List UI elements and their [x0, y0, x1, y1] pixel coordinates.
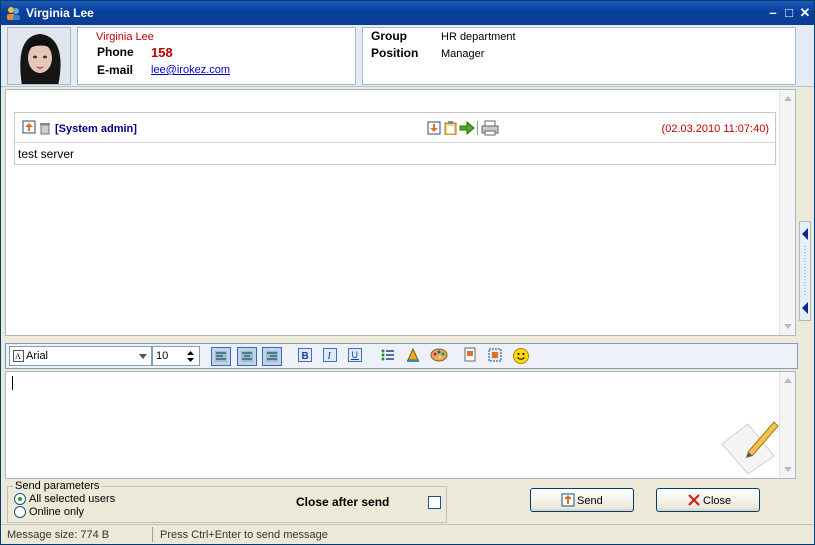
phone-value: 158	[151, 45, 173, 60]
message-history[interactable]: [System admin] (02.03.2010 11:07:40) tes…	[5, 89, 796, 336]
close-button[interactable]: Close	[656, 488, 760, 512]
bold-icon[interactable]: B	[297, 347, 317, 366]
close-x-icon	[688, 494, 700, 506]
contact-details-panel: Group HR department Position Manager	[362, 27, 796, 85]
collapse-arrows-icon[interactable]	[800, 222, 810, 320]
radio-all-selected-users[interactable]	[14, 493, 26, 505]
font-icon: A	[13, 350, 24, 362]
email-link[interactable]: lee@irokez.com	[151, 64, 230, 76]
palette-icon[interactable]	[430, 347, 450, 366]
maximize-icon[interactable]: □	[781, 5, 797, 21]
close-after-send-checkbox[interactable]	[428, 496, 441, 509]
text-cursor	[12, 376, 13, 390]
scroll-down-icon[interactable]	[784, 324, 792, 329]
group-label: Group	[371, 29, 407, 43]
print-icon[interactable]	[481, 120, 499, 136]
scroll-down-icon[interactable]	[784, 467, 792, 472]
message-text: test server	[18, 147, 75, 161]
message-timestamp: (02.03.2010 11:07:40)	[661, 123, 769, 135]
spinner-arrows-icon[interactable]	[187, 350, 194, 363]
smiley-icon[interactable]	[512, 347, 532, 366]
message-input[interactable]	[5, 371, 796, 479]
bullet-list-icon[interactable]	[380, 347, 400, 366]
align-right-icon[interactable]	[262, 347, 282, 366]
contact-panel: Virginia Lee Phone 158 E-mail lee@irokez…	[77, 27, 356, 85]
contact-name: Virginia Lee	[96, 31, 154, 43]
font-size-value: 10	[156, 350, 169, 362]
radio-label-all-selected: All selected users	[29, 493, 116, 505]
status-bar: Message size: 774 B Press Ctrl+Enter to …	[1, 524, 814, 544]
message-window: Virginia Lee – □ ✕ Virginia Lee Phone 15…	[0, 0, 815, 545]
group-value: HR department	[441, 31, 516, 43]
radio-online-only[interactable]	[14, 506, 26, 518]
send-button[interactable]: Send	[530, 488, 634, 512]
panel-splitter-handle[interactable]	[799, 221, 811, 321]
align-left-icon[interactable]	[211, 347, 231, 366]
forward-icon[interactable]	[459, 121, 475, 135]
underline-icon[interactable]: U	[347, 347, 367, 366]
status-divider	[152, 527, 153, 542]
message-item: [System admin] (02.03.2010 11:07:40) tes…	[14, 112, 776, 165]
message-sender: [System admin]	[55, 123, 137, 135]
svg-text:A: A	[15, 352, 21, 361]
font-family-select[interactable]: A Arial	[9, 346, 152, 366]
format-toolbar: A Arial 10 B I U	[5, 343, 798, 369]
screenshot-icon[interactable]	[487, 347, 507, 366]
scroll-up-icon[interactable]	[784, 378, 792, 383]
message-header: [System admin] (02.03.2010 11:07:40)	[15, 113, 775, 143]
toolbar-divider	[477, 121, 478, 135]
position-value: Manager	[441, 48, 485, 60]
send-icon	[561, 493, 575, 507]
message-size-status: Message size: 774 B	[7, 529, 110, 541]
phone-label: Phone	[97, 45, 134, 59]
font-size-spinner[interactable]: 10	[152, 346, 200, 366]
close-button-label: Close	[703, 495, 732, 507]
email-label: E-mail	[97, 63, 134, 77]
align-center-icon[interactable]	[237, 347, 257, 366]
svg-text:B: B	[302, 351, 309, 362]
italic-icon[interactable]: I	[322, 347, 342, 366]
compose-note-icon	[721, 421, 779, 475]
window-title: Virginia Lee	[26, 6, 94, 20]
text-color-icon[interactable]	[405, 347, 425, 366]
title-bar[interactable]: Virginia Lee – □ ✕	[1, 1, 814, 25]
reply-icon[interactable]	[22, 120, 36, 134]
download-icon[interactable]	[427, 121, 441, 135]
chevron-down-icon[interactable]	[139, 354, 147, 359]
delete-icon[interactable]	[40, 123, 50, 135]
position-label: Position	[371, 46, 419, 60]
close-after-send-label: Close after send	[296, 495, 390, 509]
contact-header: Virginia Lee Phone 158 E-mail lee@irokez…	[1, 25, 814, 87]
insert-file-icon[interactable]	[462, 347, 482, 366]
avatar	[7, 27, 71, 85]
send-hint-status: Press Ctrl+Enter to send message	[160, 529, 328, 541]
input-scrollbar[interactable]	[779, 372, 795, 478]
svg-text:U: U	[352, 350, 359, 360]
minimize-icon[interactable]: –	[765, 5, 781, 21]
app-icon	[7, 7, 20, 20]
history-scrollbar[interactable]	[779, 90, 795, 335]
send-button-label: Send	[577, 495, 603, 507]
scroll-up-icon[interactable]	[784, 96, 792, 101]
svg-text:I: I	[327, 351, 332, 362]
clipboard-icon[interactable]	[444, 121, 457, 135]
close-icon[interactable]: ✕	[797, 5, 813, 21]
radio-label-online-only: Online only	[29, 506, 85, 518]
send-parameters-title: Send parameters	[13, 480, 102, 492]
font-family-value: Arial	[26, 350, 49, 362]
